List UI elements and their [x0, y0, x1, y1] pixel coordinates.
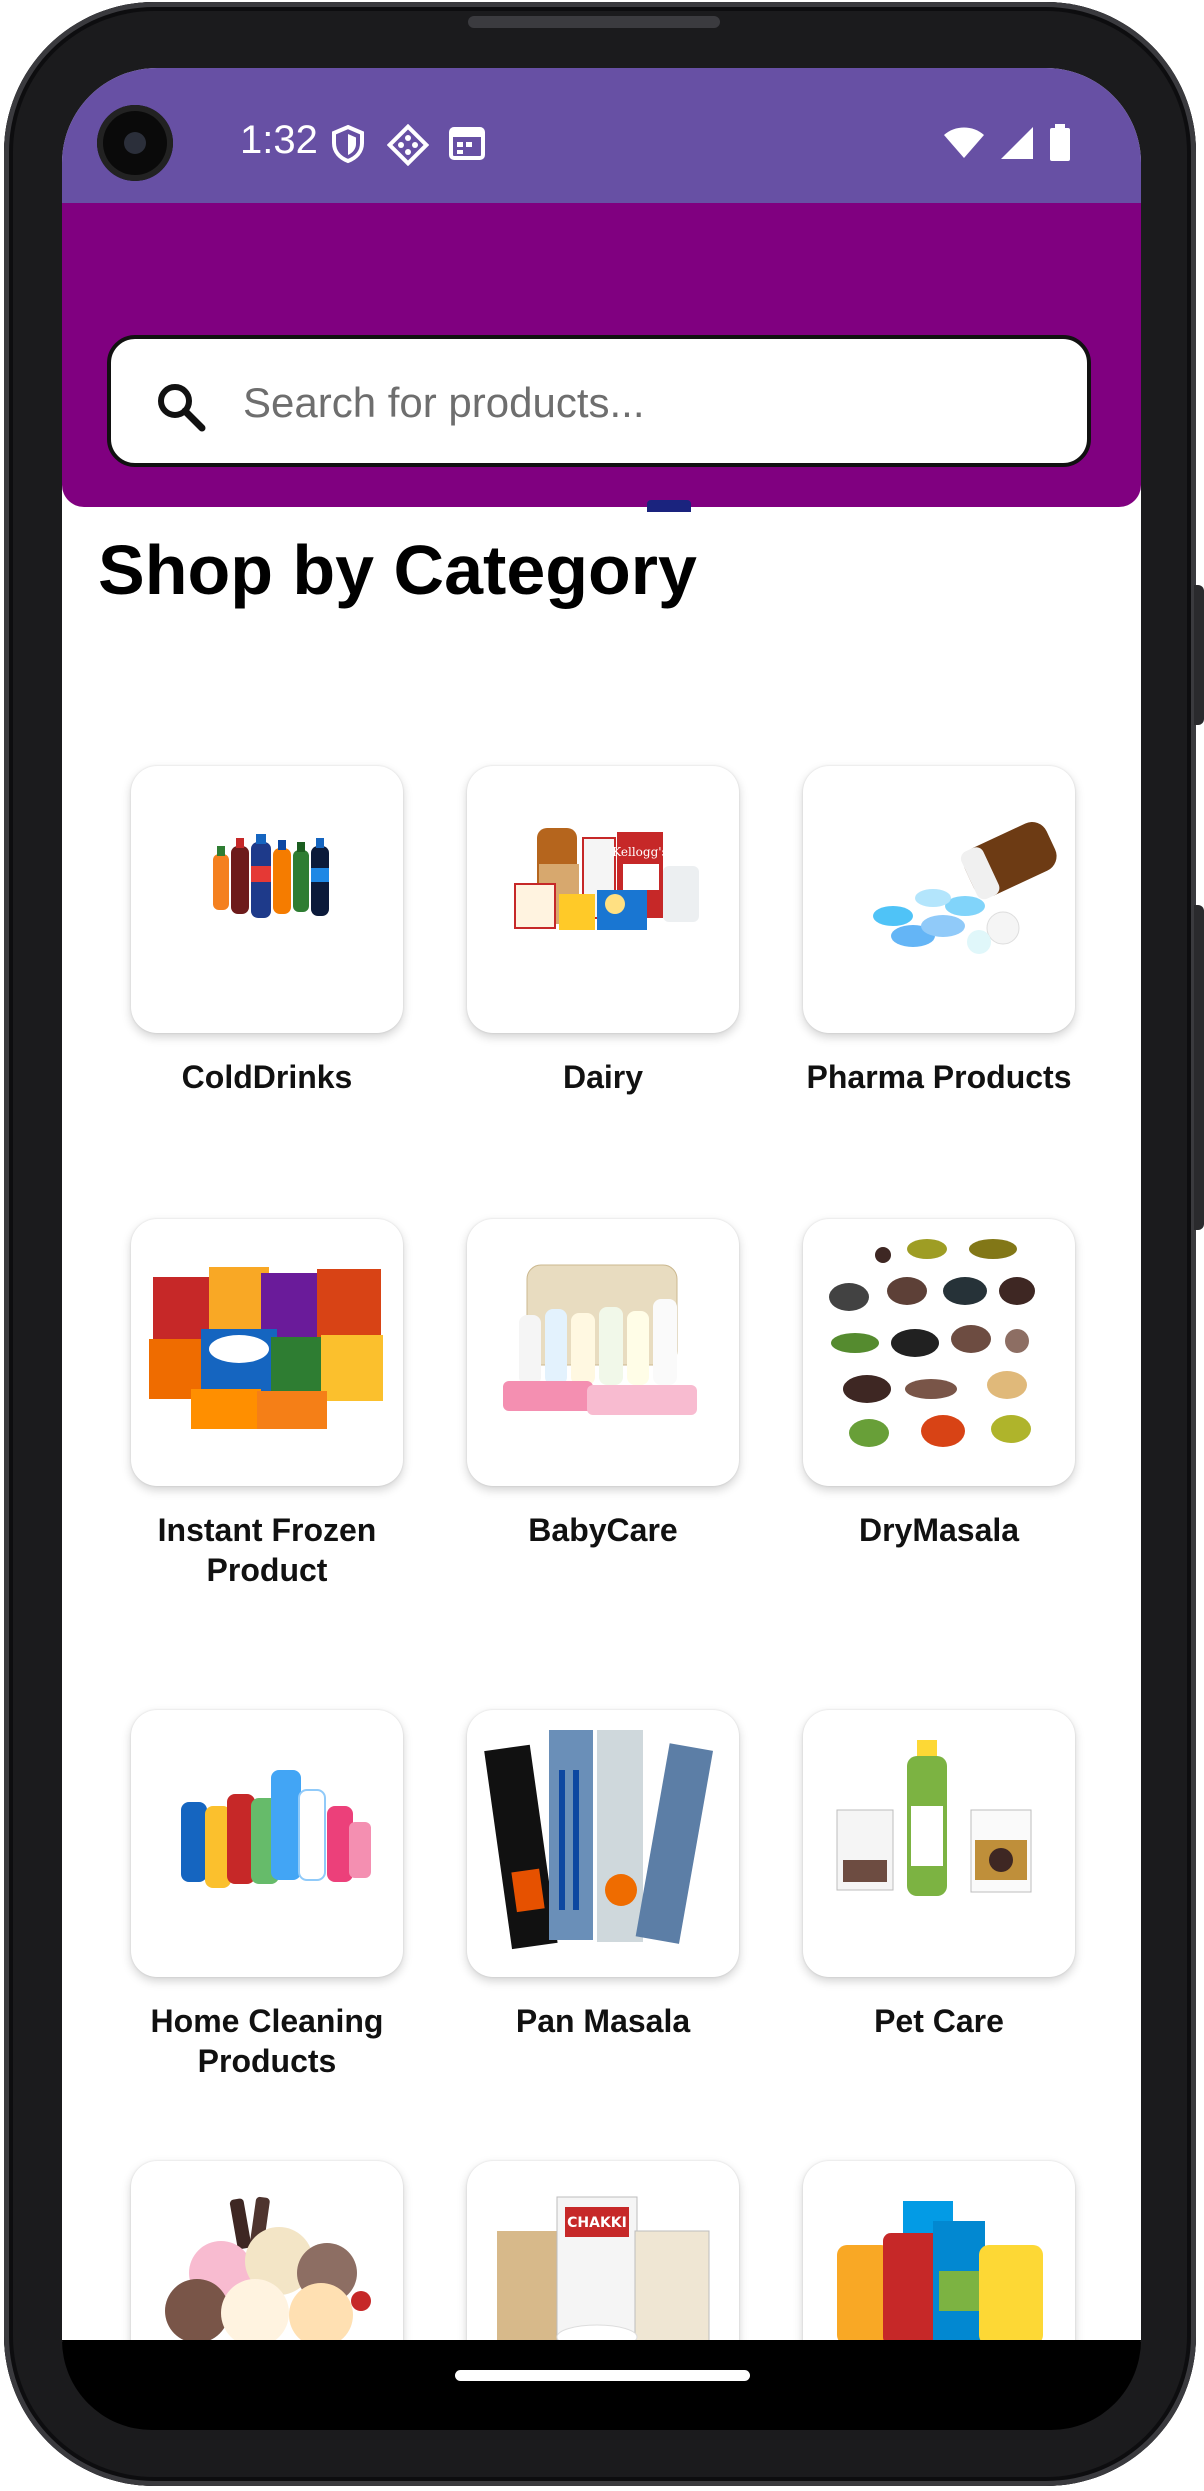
calendar-icon — [448, 124, 486, 167]
svg-text:Kellogg's: Kellogg's — [612, 845, 667, 859]
wifi-icon — [943, 126, 985, 165]
category-card[interactable] — [131, 2161, 403, 2342]
category-item-pet-care[interactable]: Pet Care — [803, 1710, 1075, 2041]
pharma-image — [873, 822, 1057, 954]
pan-masala-image — [484, 1730, 714, 1950]
category-card[interactable] — [467, 1219, 739, 1486]
search-input[interactable] — [241, 367, 1045, 439]
category-card[interactable] — [131, 1710, 403, 1977]
category-label: Pharma Products — [806, 1059, 1072, 1095]
app-header — [62, 203, 1141, 507]
baby-care-image — [503, 1264, 697, 1415]
dairy-image: Kellogg's — [514, 828, 699, 930]
earpiece-speaker — [468, 16, 720, 28]
category-card[interactable] — [131, 1219, 403, 1486]
category-card[interactable]: CHAKKI — [467, 2161, 739, 2342]
shield-icon — [330, 124, 366, 169]
section-title: Shop by Category — [98, 531, 697, 609]
category-card[interactable]: Kellogg's — [467, 766, 739, 1033]
category-item-home-cleaning[interactable]: Home Cleaning Products — [131, 1710, 403, 2081]
category-item-ghee-oil[interactable] — [803, 2161, 1075, 2342]
header-divider-nub — [647, 500, 691, 512]
phone-frame: 1:32 Search for products... Shop by Cate… — [0, 0, 1204, 2491]
category-label: ColdDrinks — [181, 1059, 353, 1095]
category-card[interactable] — [803, 766, 1075, 1033]
category-item-drymasala[interactable]: DryMasala — [803, 1219, 1075, 1550]
category-label: DryMasala — [858, 1512, 1020, 1548]
category-label: Home Cleaning Products — [150, 2003, 384, 2079]
screen: 1:32 Search for products... Shop by Cate… — [62, 68, 1141, 2342]
home-cleaning-image — [181, 1770, 371, 1888]
home-gesture-bar[interactable] — [455, 2370, 750, 2381]
ghee-oil-image — [837, 2201, 1043, 2342]
power-button — [1194, 585, 1204, 725]
category-label: Dairy — [562, 1059, 644, 1095]
cold-drinks-image — [213, 834, 329, 918]
category-item-dairy[interactable]: Kellogg's Dairy — [467, 766, 739, 1097]
category-item-atta-rice[interactable]: CHAKKI — [467, 2161, 739, 2342]
battery-icon — [1049, 124, 1071, 167]
status-icons-right — [943, 124, 1071, 167]
category-card[interactable] — [803, 1710, 1075, 1977]
category-label: Pet Care — [874, 2003, 1004, 2039]
frozen-food-image — [149, 1267, 383, 1429]
bottom-bezel — [62, 2340, 1141, 2430]
category-card[interactable] — [803, 1219, 1075, 1486]
dry-masala-image — [829, 1239, 1035, 1447]
diamond-grid-icon — [386, 123, 430, 171]
category-item-colddrinks[interactable]: ColdDrinks — [131, 766, 403, 1097]
front-camera — [97, 105, 173, 181]
category-item-ice-cream[interactable] — [131, 2161, 403, 2342]
status-bar: 1:32 — [62, 68, 1141, 203]
category-card[interactable] — [803, 2161, 1075, 2342]
atta-rice-image: CHAKKI — [497, 2196, 710, 2342]
category-label: Instant Frozen Product — [157, 1512, 377, 1588]
cell-signal-icon — [999, 125, 1035, 166]
search-bar[interactable] — [107, 335, 1091, 467]
category-card[interactable] — [467, 1710, 739, 1977]
ice-cream-image — [165, 2196, 371, 2342]
search-icon[interactable] — [155, 381, 207, 438]
pet-care-image — [836, 1740, 1032, 1896]
category-item-pharma[interactable]: Pharma Products — [803, 766, 1075, 1097]
category-card[interactable] — [131, 766, 403, 1033]
category-item-instant-frozen[interactable]: Instant Frozen Product — [131, 1219, 403, 1590]
category-item-pan-masala[interactable]: Pan Masala — [467, 1710, 739, 2041]
category-item-babycare[interactable]: BabyCare — [467, 1219, 739, 1550]
svg-text:CHAKKI: CHAKKI — [567, 2215, 627, 2231]
category-label: BabyCare — [528, 1512, 678, 1548]
status-time: 1:32 — [240, 118, 318, 162]
category-label: Pan Masala — [515, 2003, 691, 2039]
volume-button — [1194, 905, 1204, 1230]
